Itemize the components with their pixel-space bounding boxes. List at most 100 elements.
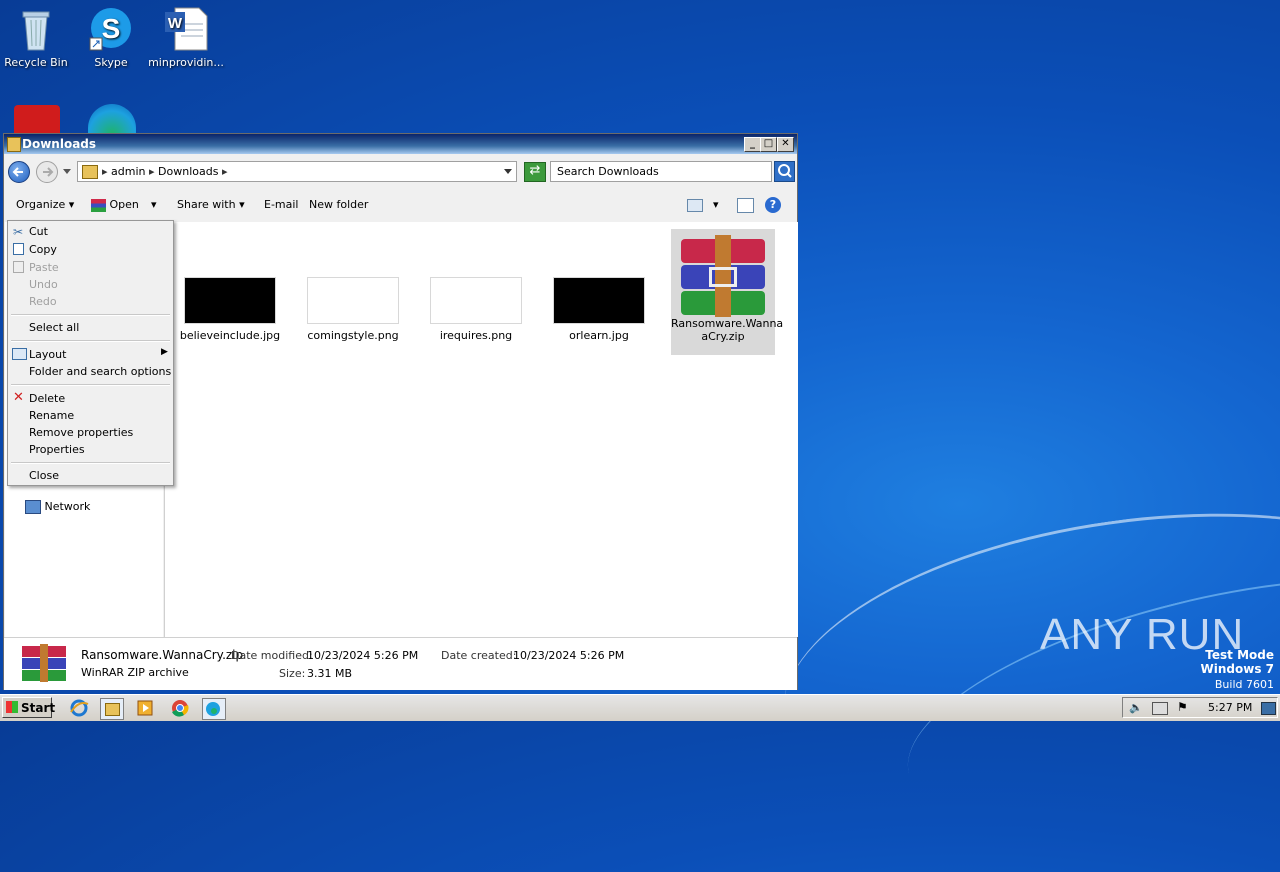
- file-name: comingstyle.png: [307, 329, 399, 342]
- nav-network-label: Network: [44, 500, 91, 513]
- date-modified-label: Date modified:: [231, 649, 313, 662]
- file-item[interactable]: believeinclude.jpg: [178, 277, 282, 342]
- details-file-name: Ransomware.WannaCry.zip: [81, 648, 244, 662]
- edge-icon[interactable]: [88, 104, 136, 134]
- file-thumbnail: [307, 277, 399, 324]
- file-list: believeinclude.jpg comingstyle.png irequ…: [164, 222, 798, 637]
- start-button[interactable]: Start: [2, 697, 55, 718]
- menu-item-properties[interactable]: Properties: [29, 443, 85, 456]
- address-field[interactable]: ▸ admin ▸ Downloads ▸: [77, 161, 517, 182]
- folder-icon: [7, 137, 21, 152]
- open-dropdown[interactable]: ▾: [151, 188, 157, 222]
- menu-item-layout[interactable]: Layout: [29, 348, 66, 361]
- menu-item-redo: Redo: [29, 295, 57, 308]
- preview-pane-icon[interactable]: [737, 198, 754, 213]
- file-item-selected[interactable]: Ransomware.Wanna aCry.zip: [671, 229, 783, 355]
- file-item[interactable]: comingstyle.png: [301, 277, 405, 342]
- back-arrow-icon: [12, 167, 23, 177]
- address-bar-row: ▸ admin ▸ Downloads ▸ ⇄ Search Downloads: [4, 156, 797, 186]
- windows-logo-icon: [6, 701, 18, 713]
- copy-icon: [13, 243, 24, 255]
- recycle-bin-icon: [13, 6, 59, 52]
- paste-icon: [13, 261, 24, 273]
- open-button[interactable]: Open: [91, 188, 139, 222]
- winrar-archive-icon: [22, 644, 66, 682]
- date-created-label: Date created:: [441, 649, 517, 662]
- file-thumbnail: [553, 277, 645, 324]
- share-with-button[interactable]: Share with ▾: [177, 188, 245, 222]
- scissors-icon: ✂: [13, 225, 24, 239]
- change-view-icon[interactable]: [687, 199, 703, 212]
- minimize-button[interactable]: _: [744, 137, 761, 152]
- network-icon: [25, 500, 41, 514]
- nav-item-network[interactable]: Network: [25, 500, 90, 514]
- winrar-archive-icon: [677, 235, 769, 317]
- new-folder-button[interactable]: New folder: [309, 188, 368, 222]
- breadcrumb-admin[interactable]: admin: [111, 165, 145, 178]
- delete-icon: ✕: [13, 390, 24, 405]
- menu-separator: [11, 462, 170, 464]
- forward-button[interactable]: [36, 161, 58, 183]
- media-player-icon[interactable]: [135, 698, 157, 718]
- desktop-icon-label: minprovidin...: [148, 56, 224, 69]
- title-bar[interactable]: Downloads _ □ ✕: [4, 134, 797, 154]
- search-input[interactable]: Search Downloads: [550, 161, 772, 182]
- svg-text:W: W: [168, 15, 183, 32]
- maximize-button[interactable]: □: [760, 137, 777, 152]
- view-dropdown[interactable]: ▾: [713, 188, 719, 222]
- menu-item-select-all[interactable]: Select all: [29, 321, 79, 334]
- clock[interactable]: 5:27 PM: [1208, 701, 1252, 714]
- email-button[interactable]: E-mail: [264, 188, 299, 222]
- breadcrumb-downloads[interactable]: Downloads: [158, 165, 218, 178]
- menu-item-undo: Undo: [29, 278, 58, 291]
- open-label: Open: [109, 198, 139, 211]
- menu-item-cut[interactable]: Cut: [29, 225, 48, 238]
- organize-button[interactable]: Organize ▾: [16, 188, 74, 222]
- file-item[interactable]: irequires.png: [424, 277, 528, 342]
- history-chevron-icon[interactable]: [63, 169, 71, 175]
- refresh-icon: ⇄: [529, 163, 541, 178]
- winrar-small-icon: [91, 198, 106, 212]
- downloads-folder-icon: [82, 165, 98, 179]
- window-title: Downloads: [22, 137, 97, 151]
- file-name: irequires.png: [439, 329, 513, 342]
- menu-item-copy[interactable]: Copy: [29, 243, 57, 256]
- menu-item-close[interactable]: Close: [29, 469, 59, 482]
- desktop-icon-recycle-bin[interactable]: Recycle Bin: [0, 6, 76, 69]
- action-center-flag-icon[interactable]: ⚑: [1177, 700, 1188, 714]
- word-document-icon: W: [163, 6, 209, 52]
- desktop-icon-word-doc[interactable]: W minprovidin...: [146, 6, 226, 69]
- test-mode-label: Test Mode: [1205, 648, 1274, 662]
- volume-icon[interactable]: 🔈: [1129, 701, 1143, 714]
- refresh-button[interactable]: ⇄: [524, 162, 546, 182]
- edge-taskbar-icon[interactable]: [202, 698, 226, 720]
- address-dropdown-icon[interactable]: [504, 169, 512, 175]
- show-desktop-icon[interactable]: [1261, 702, 1276, 715]
- back-button[interactable]: [8, 161, 30, 183]
- menu-item-delete[interactable]: Delete: [29, 392, 65, 405]
- date-created-value: 10/23/2024 5:26 PM: [513, 649, 625, 662]
- close-button[interactable]: ✕: [777, 137, 794, 152]
- search-button[interactable]: [774, 161, 795, 182]
- menu-separator: [11, 340, 170, 342]
- help-icon[interactable]: ?: [765, 197, 781, 213]
- desktop-icon-skype[interactable]: S Skype: [71, 6, 151, 69]
- desktop-icon-label: Recycle Bin: [4, 56, 68, 69]
- file-thumbnail: [184, 277, 276, 324]
- explorer-taskbar-button[interactable]: [100, 698, 124, 720]
- command-bar: Organize ▾ Open ▾ Share with ▾ E-mail Ne…: [4, 188, 797, 222]
- chrome-icon[interactable]: [170, 698, 192, 718]
- menu-separator: [11, 314, 170, 316]
- network-tray-icon[interactable]: [1152, 702, 1168, 715]
- ie-icon[interactable]: [69, 698, 91, 718]
- menu-item-folder-options[interactable]: Folder and search options: [29, 365, 171, 378]
- details-file-type: WinRAR ZIP archive: [81, 666, 189, 679]
- menu-item-remove-properties[interactable]: Remove properties: [29, 426, 133, 439]
- svg-text:S: S: [102, 13, 121, 44]
- submenu-arrow-icon: ▶: [161, 347, 168, 357]
- acrobat-icon[interactable]: [14, 105, 60, 135]
- skype-icon: S: [88, 6, 134, 52]
- details-pane: Ransomware.WannaCry.zip WinRAR ZIP archi…: [4, 637, 797, 690]
- file-item[interactable]: orlearn.jpg: [547, 277, 651, 342]
- menu-item-rename[interactable]: Rename: [29, 409, 74, 422]
